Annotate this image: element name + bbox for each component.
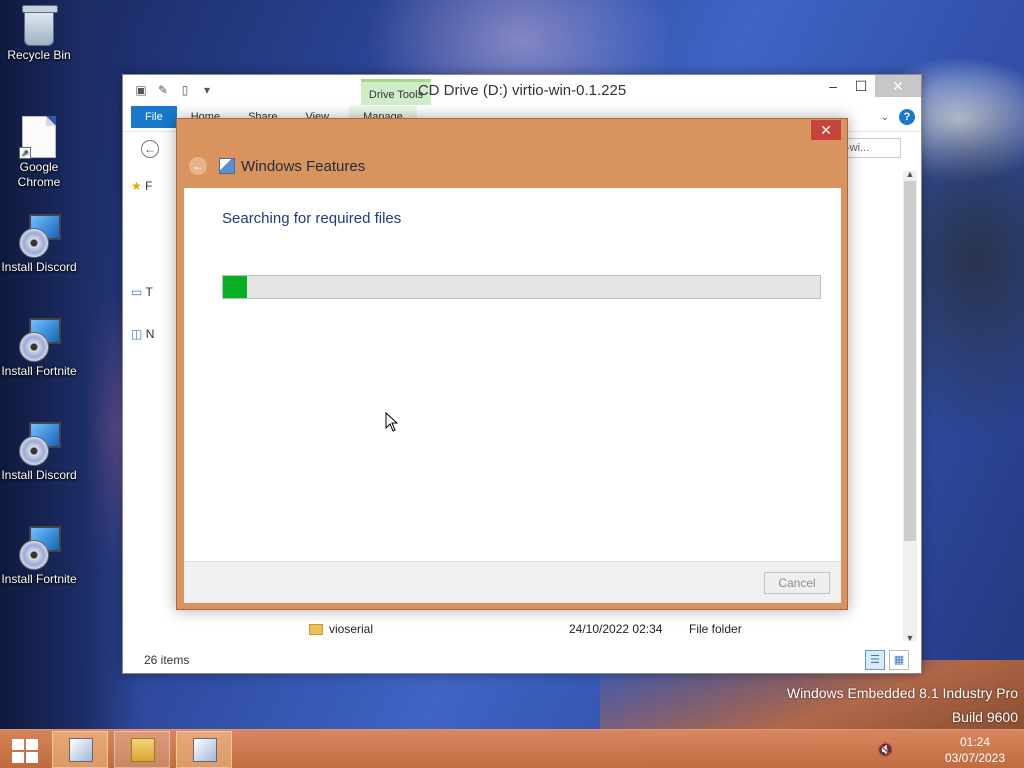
desktop-icon-install-discord-2[interactable]: Install Discord [0, 422, 79, 483]
file-explorer-icon [131, 738, 155, 762]
minimize-button[interactable]: – [819, 75, 847, 97]
desktop-icon-label: Recycle Bin [7, 48, 71, 62]
large-icons-view-icon[interactable]: ▦ [889, 650, 909, 670]
dialog-header: ← Windows Features [189, 157, 365, 175]
desktop-icon-install-fortnite[interactable]: Install Fortnite [0, 318, 79, 379]
help-icon[interactable]: ? [899, 109, 915, 125]
window-controls: – ☐ ✕ [819, 75, 921, 97]
recycle-bin-icon [22, 5, 58, 46]
taskbar-item-windows-features[interactable] [176, 731, 232, 768]
scrollbar-thumb[interactable] [904, 181, 916, 541]
desktop-icon-label: Install Discord [1, 260, 77, 274]
favorites-item[interactable]: ★ F [131, 179, 158, 193]
taskbar: 🔇 01:24 03/07/2023 [0, 729, 1024, 768]
details-view-icon[interactable]: ☰ [865, 650, 885, 670]
nav-label: T [145, 285, 153, 299]
windows-logo-pane [26, 739, 38, 750]
cancel-button[interactable]: Cancel [764, 572, 830, 594]
desktop-icon-label: Install Fortnite [1, 572, 77, 586]
windows-features-icon [219, 158, 235, 174]
vertical-scrollbar[interactable]: ▲ ▼ [903, 169, 917, 643]
clock-date: 03/07/2023 [944, 751, 1006, 765]
window-title: CD Drive (D:) virtio-win-0.1.225 [417, 82, 627, 99]
system-clock[interactable]: 01:24 03/07/2023 [930, 734, 1020, 766]
this-pc-item[interactable]: ▭ T [131, 285, 158, 299]
windows-logo-icon [12, 739, 24, 750]
nav-label: N [145, 327, 155, 341]
mouse-cursor-icon [385, 412, 399, 432]
desktop-icon-label: Install Discord [1, 468, 77, 482]
folder-icon [309, 624, 323, 635]
item-count: 26 items [144, 653, 190, 667]
navigation-pane: ★ F ▭ T ◫ N [123, 171, 183, 641]
star-icon: ★ [131, 179, 142, 193]
desktop-icon-label: Install Fortnite [1, 364, 77, 378]
installer-app-icon [69, 738, 93, 762]
desktop-icon-recycle-bin[interactable]: Recycle Bin [0, 5, 79, 63]
maximize-button[interactable]: ☐ [847, 75, 875, 97]
progress-bar [222, 275, 821, 299]
network-item[interactable]: ◫ N [131, 327, 160, 341]
os-watermark-build: Build 9600 [951, 709, 1018, 725]
search-input[interactable]: -wi... [841, 138, 901, 158]
installer-icon [17, 422, 61, 466]
file-type: File folder [689, 622, 742, 636]
nav-label: F [145, 179, 153, 193]
computer-icon: ▭ [131, 285, 143, 299]
installer-icon [17, 526, 61, 570]
close-button[interactable]: ✕ [875, 75, 921, 97]
status-message: Searching for required files [222, 210, 402, 227]
windows-features-app-icon [193, 738, 217, 762]
installer-icon [17, 214, 61, 258]
windows-features-dialog: ✕ ← Windows Features Searching for requi… [176, 118, 848, 610]
tab-file[interactable]: File [131, 106, 177, 128]
scroll-up-arrow-icon[interactable]: ▲ [903, 169, 917, 179]
dialog-title: Windows Features [241, 157, 366, 175]
file-name: vioserial [329, 622, 374, 636]
os-watermark-edition: Windows Embedded 8.1 Industry Pro [786, 685, 1018, 701]
status-bar: 26 items ☰ ▦ [123, 647, 921, 673]
dialog-footer: Cancel [184, 561, 841, 603]
volume-muted-icon[interactable]: 🔇 [877, 742, 893, 758]
clock-time: 01:24 [959, 735, 991, 749]
desktop-icon-install-fortnite-2[interactable]: Install Fortnite [0, 526, 79, 587]
taskbar-item-installer[interactable] [52, 731, 108, 768]
scroll-down-arrow-icon[interactable]: ▼ [903, 633, 917, 643]
file-row-vioserial[interactable]: vioserial 24/10/2022 02:34 File folder [309, 620, 909, 638]
chrome-shortcut-icon: ↗ [19, 116, 56, 159]
desktop-icon-google-chrome[interactable]: ↗ Google Chrome [0, 116, 79, 190]
expand-ribbon-icon[interactable]: ⌄ [881, 112, 889, 123]
dialog-close-button[interactable]: ✕ [811, 120, 841, 140]
dialog-body: Searching for required files [184, 188, 841, 561]
desktop-icon-label: Google Chrome [17, 160, 61, 189]
back-arrow-icon[interactable]: ← [141, 140, 159, 158]
windows-logo-pane [12, 752, 24, 763]
explorer-titlebar[interactable]: ▣ ✎ ▯ ▾ Drive Tools CD Drive (D:) virtio… [123, 75, 921, 105]
desktop-icon-install-discord[interactable]: Install Discord [0, 214, 79, 275]
progress-bar-fill [223, 276, 247, 298]
ribbon-right-controls: ⌄ ? [881, 109, 915, 125]
start-button[interactable] [10, 737, 38, 763]
windows-logo-pane [26, 752, 38, 763]
taskbar-item-file-explorer[interactable] [114, 731, 170, 768]
network-icon: ◫ [131, 327, 143, 341]
installer-icon [17, 318, 61, 362]
back-arrow-icon[interactable]: ← [189, 157, 207, 175]
view-buttons: ☰ ▦ [865, 650, 909, 670]
file-date: 24/10/2022 02:34 [569, 622, 663, 636]
